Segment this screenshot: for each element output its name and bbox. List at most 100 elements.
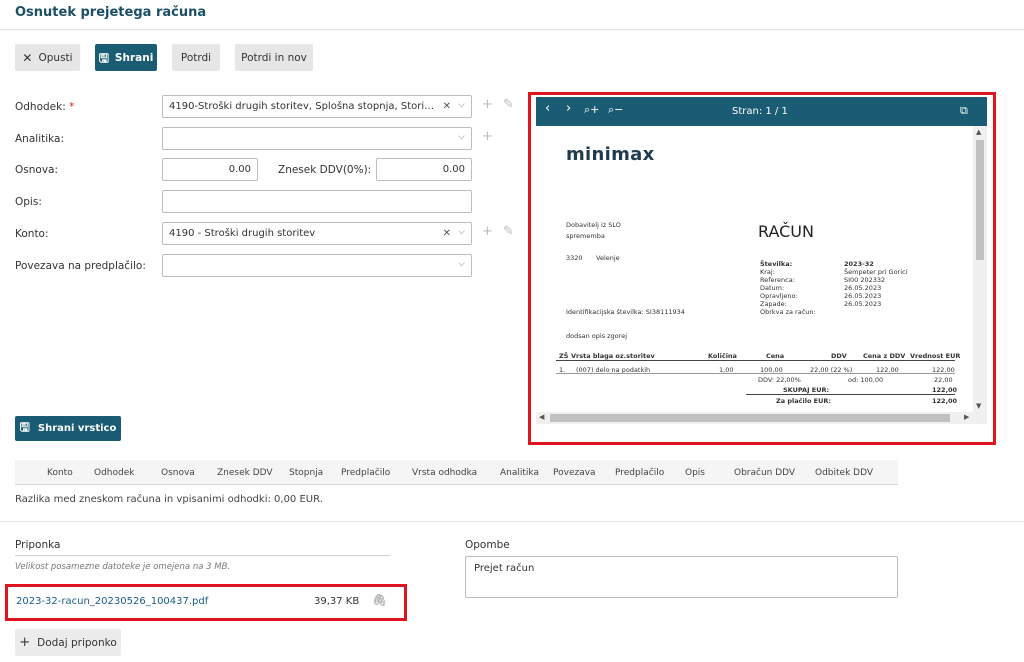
scroll-thumb[interactable] [550, 414, 950, 422]
add-icon[interactable]: + [482, 97, 493, 112]
invoice-title: RAČUN [758, 222, 814, 241]
supplier-city: Velenje [596, 254, 620, 262]
meta-value: 26.05.2023 [844, 292, 882, 300]
floppy-icon: 🖫 [19, 420, 30, 434]
invoice-description: dodsan opis zgorej [566, 332, 627, 340]
column-header[interactable]: Povezava [553, 468, 596, 478]
total-label: SKUPAJ EUR: [783, 386, 830, 394]
save-button[interactable]: 🖫 Shrani [95, 44, 157, 71]
plus-icon: + [19, 635, 31, 650]
column-header[interactable]: Odhodek [94, 468, 134, 478]
chevron-left-icon[interactable]: ‹ [545, 102, 550, 115]
col-header: ZŠ [559, 352, 569, 360]
clear-icon[interactable]: ✕ [443, 228, 451, 239]
column-header[interactable]: Predplačilo [341, 468, 390, 478]
konto-select[interactable]: 4190 - Stroški drugih storitev ✕ ⌵ [162, 222, 472, 245]
scroll-right-icon[interactable]: ▶ [964, 413, 969, 421]
attachments-underline [15, 555, 390, 556]
col-header: DDV [831, 352, 847, 360]
discard-button[interactable]: ✕ Opusti [15, 44, 80, 71]
add-attachment-button[interactable]: + Dodaj priponko [15, 629, 121, 656]
attachments-hint: Velikost posamezne datoteke je omejena n… [15, 562, 231, 572]
column-header[interactable]: Vrsta odhodka [412, 468, 477, 478]
table-rule [556, 373, 955, 374]
opis-label: Opis: [15, 196, 42, 208]
osnova-input[interactable]: 0.00 [162, 158, 258, 181]
chevron-right-icon[interactable]: › [566, 102, 571, 115]
ddv-label: Znesek DDV(0%): [278, 164, 372, 176]
odhodek-label: Odhodek: * [15, 101, 75, 113]
paperclip-icon[interactable]: 🖇 [372, 593, 387, 607]
divider [0, 521, 1024, 522]
opis-input[interactable] [162, 190, 472, 213]
column-header[interactable]: Osnova [161, 468, 195, 478]
open-external-icon[interactable]: ⧉ [960, 105, 968, 116]
odhodek-select[interactable]: 4190-Stroški drugih storitev, Splošna st… [162, 95, 472, 118]
save-line-button[interactable]: 🖫 Shrani vrstico [15, 416, 121, 441]
page-indicator: Stran: 1 / 1 [732, 106, 788, 117]
table-rule [746, 394, 955, 395]
column-header[interactable]: Obračun DDV [734, 468, 795, 478]
meta-value: 2023-32 [844, 260, 874, 268]
meta-label: Številka: [760, 260, 793, 268]
column-header[interactable]: Stopnja [289, 468, 323, 478]
column-header[interactable]: Opis [685, 468, 705, 478]
horizontal-scrollbar[interactable]: ◀ ▶ [536, 412, 987, 424]
chevron-down-icon[interactable]: ⌵ [458, 227, 465, 237]
meta-label: Zapade: [760, 300, 787, 308]
minimax-logo: minimax [566, 144, 655, 165]
attachment-size: 39,37 KB [314, 596, 360, 607]
col-header: Količina [708, 352, 737, 360]
confirm-button[interactable]: Potrdi [172, 44, 220, 71]
vat-line: DDV: 22,00% [758, 376, 801, 384]
clear-icon[interactable]: ✕ [443, 101, 451, 112]
scroll-thumb[interactable] [976, 140, 984, 260]
pay-label: Za plačilo EUR: [776, 397, 831, 405]
add-icon[interactable]: + [482, 129, 493, 144]
chevron-down-icon[interactable]: ⌵ [458, 259, 465, 269]
required-marker: * [69, 101, 75, 113]
column-header[interactable]: Konto [47, 468, 73, 478]
meta-label: Opravljeno: [760, 292, 798, 300]
zoom-out-icon[interactable]: ⌕− [608, 104, 623, 115]
column-header[interactable]: Predplačilo [615, 468, 664, 478]
vat-base: od: 100,00 [848, 376, 884, 384]
supplier-post: 3320 [566, 254, 583, 262]
meta-label: Kraj: [760, 268, 775, 276]
expense-table-header: Konto Odhodek Osnova Znesek DDV Stopnja … [15, 460, 898, 485]
col-header: Vrednost EUR [910, 352, 961, 360]
invoice-document: minimax Dobavitelj iz SLO sprememba 3320… [536, 126, 973, 412]
col-header: Cena z DDV [863, 352, 906, 360]
analitika-label: Analitika: [15, 133, 65, 145]
table-rule [556, 360, 955, 361]
notes-title: Opombe [465, 539, 510, 551]
meta-value: 26.05.2023 [844, 300, 882, 308]
chevron-down-icon[interactable]: ⌵ [458, 132, 465, 142]
confirm-new-button[interactable]: Potrdi in nov [235, 44, 313, 71]
page-title: Osnutek prejetega računa [15, 5, 207, 20]
scroll-down-icon[interactable]: ▼ [976, 402, 981, 410]
difference-text: Razlika med zneskom računa in vpisanimi … [15, 494, 323, 505]
total-value: 122,00 [932, 386, 958, 394]
supplier-line: Dobavitelj iz SLO [566, 221, 621, 229]
column-header[interactable]: Analitika [500, 468, 539, 478]
osnova-label: Osnova: [15, 164, 58, 176]
konto-label: Konto: [15, 228, 49, 240]
edit-icon[interactable]: ✎ [503, 224, 514, 239]
col-header: Vrsta blaga oz.storitev [571, 352, 655, 360]
scroll-up-icon[interactable]: ▲ [976, 128, 981, 136]
column-header[interactable]: Odbitek DDV [815, 468, 873, 478]
povezava-select[interactable]: ⌵ [162, 254, 472, 277]
edit-icon[interactable]: ✎ [503, 97, 514, 112]
attachment-link[interactable]: 2023-32-racun_20230526_100437.pdf [16, 596, 208, 607]
add-icon[interactable]: + [482, 224, 493, 239]
zoom-in-icon[interactable]: ⌕+ [584, 104, 599, 115]
chevron-down-icon[interactable]: ⌵ [458, 100, 465, 110]
ddv-input[interactable]: 0.00 [376, 158, 472, 181]
notes-textarea[interactable]: Prejet račun [465, 556, 898, 598]
analitika-select[interactable]: ⌵ [162, 127, 472, 150]
column-header[interactable]: Znesek DDV [217, 468, 273, 478]
scroll-left-icon[interactable]: ◀ [539, 413, 544, 421]
viewer-toolbar: ‹ › ⌕+ ⌕− Stran: 1 / 1 ⧉ [536, 97, 987, 126]
vertical-scrollbar[interactable]: ▲ ▼ [973, 126, 987, 412]
